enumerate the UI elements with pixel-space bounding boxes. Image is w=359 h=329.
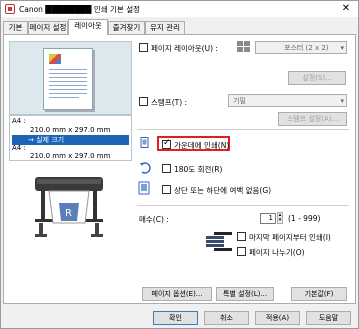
copies-label: 매수(C) : [139,215,169,224]
title-bar: Canon ████████ 인쇄 기본 설정 ✕ [1,1,358,17]
stamp-settings-button[interactable]: 스탬프 설정(A)... [278,112,347,126]
margin-icon [137,181,155,195]
page-preview [9,41,132,115]
collate-pages-icon [204,228,234,254]
reverse-order-checkbox[interactable] [237,232,246,241]
output-size-dims: 210.0 mm x 297.0 mm [30,152,111,160]
copies-input[interactable]: 1 [260,213,276,224]
window-title: Canon ████████ 인쇄 기본 설정 [19,5,141,14]
page-options-button[interactable]: 페이지 옵션(E)... [142,287,212,301]
rotate-180-label: 180도 회전(R) [174,165,223,174]
poster-layout-icon [236,40,252,54]
paper-size-info: A4 : 210.0 mm x 297.0 mm → 실제 크기 A4 : 21… [9,115,132,161]
tab-page-setup[interactable]: 페이지 설정 [28,21,68,34]
special-settings-button[interactable]: 특별 설정(L)... [216,287,274,301]
copies-range: (1 - 999) [288,214,321,223]
page-layout-label: 페이지 레이아웃(U) : [151,44,218,53]
apply-button[interactable]: 적용(A) [255,311,300,325]
no-margin-label: 상단 또는 하단에 여백 없음(G) [174,186,272,195]
svg-text:R: R [65,208,72,219]
page-layout-checkbox[interactable] [139,43,148,52]
defaults-button[interactable]: 기본값(F) [291,287,347,301]
chevron-down-icon: ▾ [340,97,344,105]
ok-button[interactable]: 확인 [153,311,198,325]
output-size-label: A4 : [12,144,26,152]
source-size-label: A4 : [12,117,26,125]
divider [137,205,349,206]
rotate-icon [139,162,153,174]
preview-page [43,48,93,110]
no-margin-checkbox[interactable] [162,185,171,194]
print-preferences-window: Canon ████████ 인쇄 기본 설정 ✕ 기본 페이지 설정 레이아웃… [0,0,359,329]
stamp-label: 스탬프(T) : [151,98,188,107]
tab-layout[interactable]: 레이아웃 [68,19,108,35]
center-print-label: 가운데에 인쇄(N) [174,141,230,150]
scaling-indicator: → 실제 크기 [12,135,129,145]
printer-app-icon [5,4,15,14]
help-button[interactable]: 도움말 [306,311,351,325]
copies-spinner[interactable]: ▴ ▾ [277,212,283,224]
page-layout-select[interactable]: 포스터 (2 x 2) ▾ [255,41,347,54]
collate-label: 페이지 나누기(O) [249,248,305,257]
chevron-down-icon: ▾ [340,44,344,52]
tab-basic[interactable]: 기본 [3,21,28,34]
stamp-checkbox[interactable] [139,97,148,106]
stamp-select[interactable]: 기밀 ▾ [228,94,347,107]
tab-maintenance[interactable]: 유지 관리 [145,21,185,34]
tab-favorites[interactable]: 즐겨찾기 [108,21,145,34]
close-icon[interactable]: ✕ [338,2,354,15]
large-format-printer-icon: R [35,177,103,237]
cancel-button[interactable]: 취소 [204,311,249,325]
reverse-order-label: 마지막 페이지부터 인쇄(I) [249,233,331,242]
preview-image-icon [49,54,61,64]
collate-checkbox[interactable] [237,247,246,256]
divider [137,129,349,130]
rotate-180-checkbox[interactable] [162,164,171,173]
fit-page-icon [139,137,151,149]
center-print-checkbox[interactable] [162,138,171,149]
page-layout-value: 포스터 (2 x 2) [284,44,329,52]
stamp-value: 기밀 [233,97,246,105]
layout-settings-button[interactable]: 설정(S)... [288,71,346,85]
